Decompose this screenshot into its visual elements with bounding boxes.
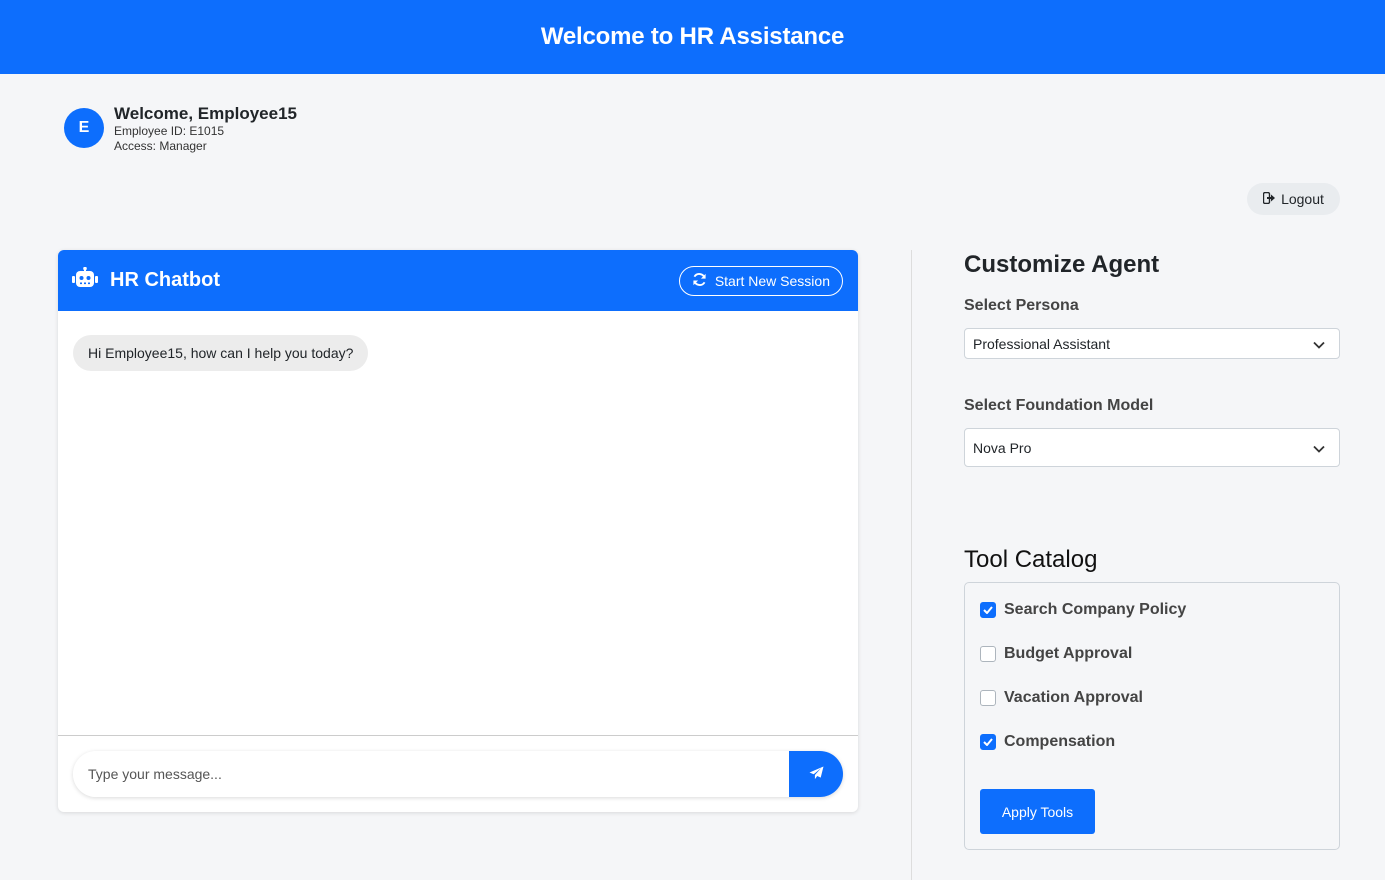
tool-checkbox-0[interactable]: [980, 602, 996, 618]
tool-catalog: Search Company Policy Budget Approval Va…: [964, 582, 1340, 850]
user-info: E Welcome, Employee15 Employee ID: E1015…: [64, 104, 297, 154]
sign-out-icon: [1262, 191, 1276, 207]
page-title: Welcome to HR Assistance: [540, 23, 845, 50]
customize-agent-title: Customize Agent: [964, 251, 1160, 278]
model-label: Select Foundation Model: [964, 397, 1154, 414]
tool-item[interactable]: Vacation Approval: [980, 689, 1143, 707]
welcome-text: Welcome, Employee15: [114, 104, 297, 123]
persona-select[interactable]: Professional Assistant: [964, 328, 1340, 359]
tool-label: Vacation Approval: [1004, 689, 1143, 706]
robot-icon: [72, 266, 98, 294]
persona-label: Select Persona: [964, 297, 1079, 314]
tool-checkbox-2[interactable]: [980, 690, 996, 706]
chat-header: HR Chatbot Start New Session: [58, 250, 858, 311]
refresh-icon: [692, 272, 707, 290]
model-selected-value: Nova Pro: [973, 439, 1032, 456]
chevron-down-icon: [1313, 336, 1325, 352]
message-input[interactable]: [73, 751, 789, 797]
avatar: E: [64, 108, 104, 148]
tool-item[interactable]: Search Company Policy: [980, 601, 1186, 619]
tool-item[interactable]: Compensation: [980, 733, 1115, 751]
chat-input-row: [58, 736, 858, 812]
chat-panel: HR Chatbot Start New Session Hi Employee…: [58, 250, 858, 812]
start-new-session-label: Start New Session: [714, 272, 830, 289]
persona-selected-value: Professional Assistant: [973, 335, 1110, 352]
tool-item[interactable]: Budget Approval: [980, 645, 1132, 663]
chat-input-group: [73, 751, 843, 797]
paper-plane-icon: [809, 765, 824, 783]
tool-label: Compensation: [1004, 733, 1116, 750]
tool-label: Budget Approval: [1004, 645, 1133, 662]
logout-button[interactable]: Logout: [1247, 183, 1340, 215]
tool-label: Search Company Policy: [1004, 601, 1187, 618]
chat-messages: Hi Employee15, how can I help you today?: [58, 311, 858, 736]
send-button[interactable]: [789, 751, 843, 797]
tool-catalog-title: Tool Catalog: [964, 546, 1098, 573]
vertical-divider: [911, 250, 912, 880]
apply-tools-button[interactable]: Apply Tools: [980, 789, 1095, 834]
access-level: Access: Manager: [114, 139, 207, 153]
tool-checkbox-3[interactable]: [980, 734, 996, 750]
tool-checkbox-1[interactable]: [980, 646, 996, 662]
start-new-session-button[interactable]: Start New Session: [678, 265, 843, 296]
customize-agent-panel: Customize Agent: [964, 251, 1340, 279]
employee-id: Employee ID: E1015: [114, 124, 225, 138]
chevron-down-icon: [1313, 440, 1325, 456]
chat-title: HR Chatbot: [110, 269, 220, 291]
model-select[interactable]: Nova Pro: [964, 428, 1340, 467]
top-banner: Welcome to HR Assistance: [0, 0, 1385, 74]
logout-label: Logout: [1281, 191, 1324, 207]
bot-message: Hi Employee15, how can I help you today?: [73, 335, 369, 371]
